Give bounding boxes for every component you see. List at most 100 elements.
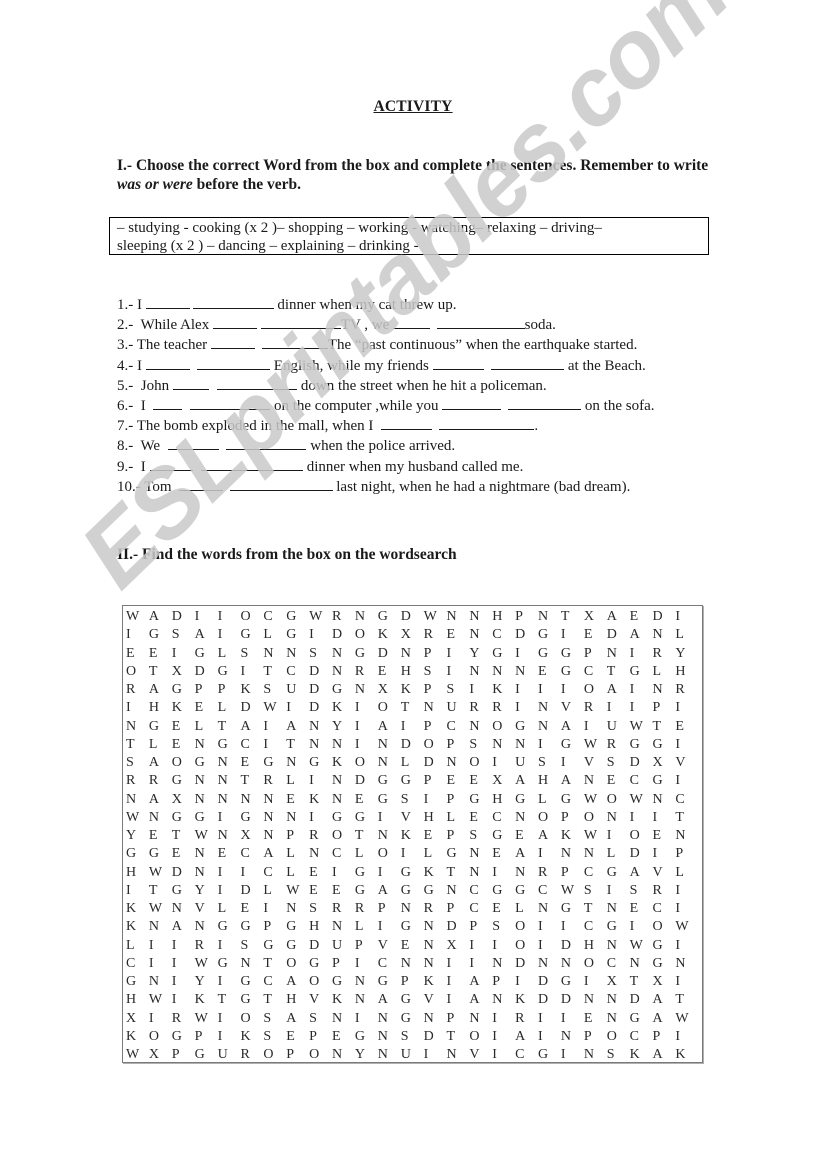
wordsearch-cell[interactable]: N [446,882,469,900]
wordsearch-cell[interactable]: H [309,918,332,936]
wordsearch-cell[interactable]: N [401,900,424,918]
wordsearch-cell[interactable]: N [401,955,424,973]
wordsearch-cell[interactable]: G [218,955,241,973]
wordsearch-cell[interactable]: A [149,754,172,772]
wordsearch-cell[interactable]: P [195,681,218,699]
wordsearch-cell[interactable]: O [263,1046,286,1064]
wordsearch-cell[interactable]: G [401,772,424,790]
wordsearch-cell[interactable]: I [675,608,698,626]
wordsearch-cell[interactable]: I [355,736,378,754]
wordsearch-cell[interactable]: H [538,772,561,790]
wordsearch-cell[interactable]: N [652,681,675,699]
wordsearch-cell[interactable]: N [309,736,332,754]
wordsearch-cell[interactable]: I [446,663,469,681]
wordsearch-cell[interactable]: A [378,718,401,736]
wordsearch-cell[interactable]: D [309,699,332,717]
wordsearch-cell[interactable]: S [240,937,263,955]
wordsearch-cell[interactable]: I [515,645,538,663]
wordsearch-cell[interactable]: I [401,845,424,863]
wordsearch-cell[interactable]: Y [675,645,698,663]
wordsearch-cell[interactable]: N [240,955,263,973]
wordsearch-cell[interactable]: I [492,1010,515,1028]
wordsearch-cell[interactable]: R [652,882,675,900]
wordsearch-cell[interactable]: U [515,754,538,772]
answer-blank[interactable] [262,335,328,350]
wordsearch-cell[interactable]: E [172,845,195,863]
wordsearch-cell[interactable]: O [378,699,401,717]
wordsearch-cell[interactable]: E [446,626,469,644]
wordsearch-cell[interactable]: C [538,882,561,900]
wordsearch-cell[interactable]: N [332,1046,355,1064]
wordsearch-cell[interactable]: I [675,937,698,955]
wordsearch-cell[interactable]: S [607,754,630,772]
wordsearch-cell[interactable]: N [286,900,309,918]
wordsearch-cell[interactable]: U [446,699,469,717]
wordsearch-cell[interactable]: A [286,718,309,736]
wordsearch-cell[interactable]: X [652,973,675,991]
wordsearch-cell[interactable]: E [469,809,492,827]
wordsearch-cell[interactable]: G [630,736,653,754]
wordsearch-cell[interactable]: N [218,827,241,845]
wordsearch-cell[interactable]: O [584,809,607,827]
wordsearch-cell[interactable]: L [286,845,309,863]
wordsearch-cell[interactable]: R [492,699,515,717]
wordsearch-cell[interactable]: N [675,955,698,973]
answer-blank[interactable] [230,477,333,491]
wordsearch-cell[interactable]: N [378,736,401,754]
wordsearch-cell[interactable]: C [469,882,492,900]
wordsearch-cell[interactable]: G [172,681,195,699]
wordsearch-cell[interactable]: W [149,864,172,882]
wordsearch-cell[interactable]: T [286,736,309,754]
wordsearch-cell[interactable]: R [309,827,332,845]
wordsearch-cell[interactable]: P [446,827,469,845]
wordsearch-cell[interactable]: Y [195,882,218,900]
wordsearch-cell[interactable]: X [401,626,424,644]
wordsearch-cell[interactable]: G [652,955,675,973]
wordsearch-cell[interactable]: S [401,1028,424,1046]
wordsearch-cell[interactable]: H [584,937,607,955]
wordsearch-cell[interactable]: W [675,918,698,936]
wordsearch-cell[interactable]: G [286,937,309,955]
wordsearch-cell[interactable]: I [675,699,698,717]
wordsearch-cell[interactable]: N [286,809,309,827]
wordsearch-cell[interactable]: O [492,718,515,736]
wordsearch-cell[interactable]: S [309,645,332,663]
wordsearch-cell[interactable]: I [309,626,332,644]
wordsearch-cell[interactable]: X [172,663,195,681]
wordsearch-cell[interactable]: A [378,991,401,1009]
wordsearch-cell[interactable]: I [172,937,195,955]
wordsearch-cell[interactable]: L [424,845,447,863]
wordsearch-cell[interactable]: T [263,955,286,973]
wordsearch-cell[interactable]: N [332,918,355,936]
wordsearch-cell[interactable]: P [652,699,675,717]
wordsearch-cell[interactable]: E [332,1028,355,1046]
wordsearch-cell[interactable]: O [469,754,492,772]
wordsearch-cell[interactable]: S [584,882,607,900]
wordsearch-cell[interactable]: O [309,973,332,991]
wordsearch-cell[interactable]: T [172,827,195,845]
wordsearch-cell[interactable]: G [378,772,401,790]
wordsearch-cell[interactable]: N [355,681,378,699]
wordsearch-cell[interactable]: G [561,736,584,754]
wordsearch-cell[interactable]: O [332,827,355,845]
wordsearch-cell[interactable]: O [607,791,630,809]
wordsearch-cell[interactable]: I [309,772,332,790]
wordsearch-cell[interactable]: I [607,827,630,845]
wordsearch-cell[interactable]: N [446,1046,469,1064]
wordsearch-cell[interactable]: S [401,791,424,809]
wordsearch-cell[interactable]: T [240,772,263,790]
wordsearch-cell[interactable]: W [424,608,447,626]
wordsearch-cell[interactable]: A [652,991,675,1009]
wordsearch-cell[interactable]: G [332,681,355,699]
wordsearch-cell[interactable]: N [492,955,515,973]
wordsearch-cell[interactable]: I [332,864,355,882]
wordsearch-cell[interactable]: N [584,845,607,863]
wordsearch-cell[interactable]: L [218,645,241,663]
wordsearch-cell[interactable]: I [492,864,515,882]
wordsearch-cell[interactable]: V [378,937,401,955]
wordsearch-cell[interactable]: A [240,718,263,736]
wordsearch-cell[interactable]: H [126,864,149,882]
wordsearch-cell[interactable]: I [652,809,675,827]
wordsearch-cell[interactable]: I [492,1046,515,1064]
wordsearch-cell[interactable]: N [515,809,538,827]
